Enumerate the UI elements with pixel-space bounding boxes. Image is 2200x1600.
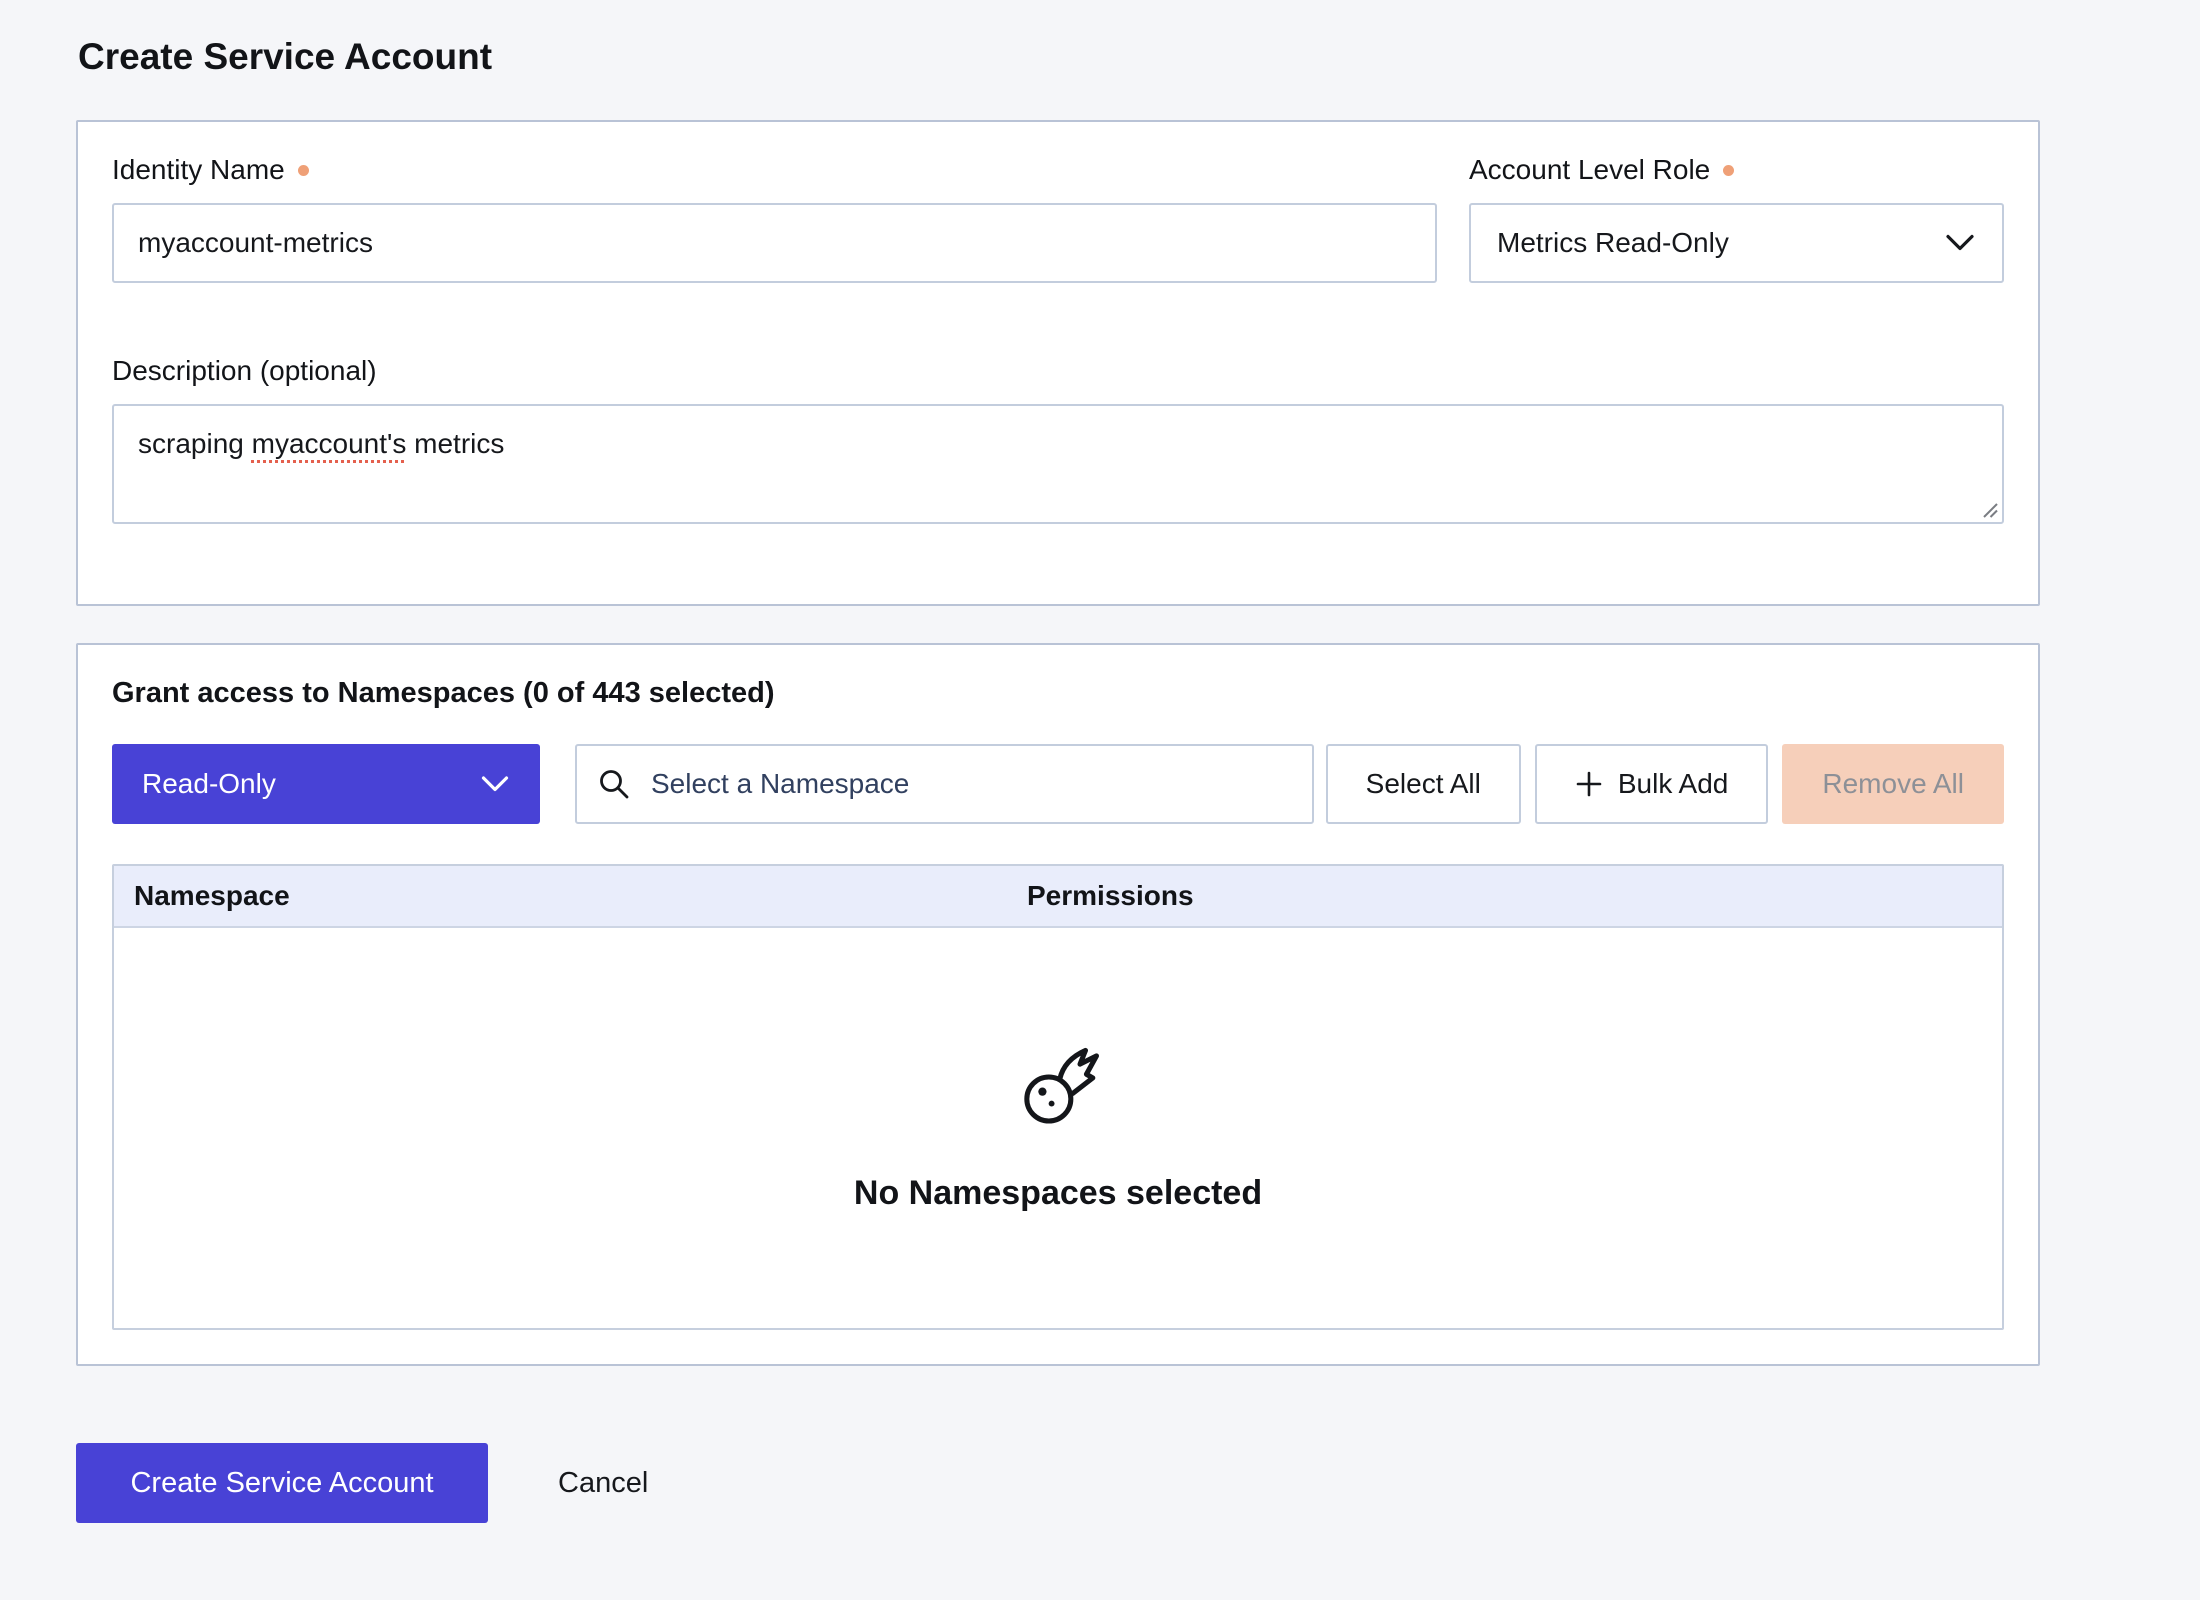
remove-all-button[interactable]: Remove All — [1782, 744, 2004, 824]
identity-name-input[interactable] — [112, 203, 1437, 283]
description-label: Description (optional) — [112, 355, 2004, 387]
create-service-account-button[interactable]: Create Service Account — [76, 1443, 488, 1523]
empty-state-text: No Namespaces selected — [854, 1174, 1262, 1213]
identity-name-label: Identity Name — [112, 154, 1437, 186]
namespaces-heading: Grant access to Namespaces (0 of 443 sel… — [112, 677, 2004, 710]
resize-grip-icon[interactable] — [1979, 499, 1999, 519]
cancel-button[interactable]: Cancel — [558, 1467, 648, 1500]
footer-actions: Create Service Account Cancel — [76, 1443, 2040, 1523]
namespace-search-input[interactable] — [649, 767, 1292, 801]
description-misspelled-word: myaccount's — [252, 428, 407, 459]
description-text: scraping — [138, 428, 252, 459]
namespace-search[interactable] — [575, 744, 1314, 824]
description-label-text: Description (optional) — [112, 355, 377, 387]
comet-icon — [1014, 1044, 1102, 1132]
namespaces-card: Grant access to Namespaces (0 of 443 sel… — [76, 643, 2040, 1366]
permission-role-value: Read-Only — [142, 768, 276, 800]
description-textarea[interactable]: scraping myaccount's metrics — [112, 404, 2004, 524]
namespaces-table: Namespace Permissions No Namespaces sele… — [112, 864, 2004, 1330]
create-service-account-page: Create Service Account Identity Name Acc… — [0, 0, 2200, 1523]
account-level-role-select[interactable]: Metrics Read-Only — [1469, 203, 2004, 283]
namespaces-table-header: Namespace Permissions — [114, 866, 2002, 928]
description-text: metrics — [406, 428, 504, 459]
page-title: Create Service Account — [78, 36, 2040, 78]
bulk-add-label: Bulk Add — [1618, 768, 1729, 800]
permission-role-dropdown[interactable]: Read-Only — [112, 744, 540, 824]
required-dot — [298, 165, 309, 176]
search-icon — [597, 767, 631, 801]
column-header-permissions: Permissions — [1027, 880, 2002, 912]
account-level-role-field: Account Level Role Metrics Read-Only — [1469, 154, 2004, 283]
identity-card: Identity Name Account Level Role Metrics… — [76, 120, 2040, 606]
column-header-namespace: Namespace — [114, 880, 1027, 912]
chevron-down-icon — [480, 775, 510, 794]
required-dot — [1723, 165, 1734, 176]
chevron-down-icon — [1944, 233, 1976, 253]
identity-name-label-text: Identity Name — [112, 154, 285, 186]
select-all-button[interactable]: Select All — [1326, 744, 1521, 824]
account-level-role-label-text: Account Level Role — [1469, 154, 1710, 186]
plus-icon — [1575, 770, 1603, 798]
bulk-add-button[interactable]: Bulk Add — [1535, 744, 1769, 824]
namespaces-empty-state: No Namespaces selected — [114, 928, 2002, 1328]
description-field: Description (optional) scraping myaccoun… — [112, 355, 2004, 524]
namespaces-toolbar: Read-Only Select All Bulk Add — [112, 744, 2004, 824]
identity-name-field: Identity Name — [112, 154, 1437, 283]
account-level-role-label: Account Level Role — [1469, 154, 2004, 186]
account-level-role-value: Metrics Read-Only — [1497, 227, 1729, 259]
